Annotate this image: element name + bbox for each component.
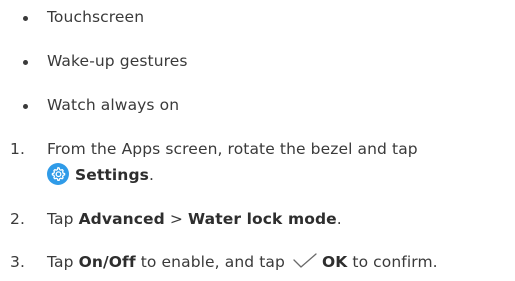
step-text-continuation: Settings. <box>47 163 154 187</box>
on-off-label: On/Off <box>78 253 136 271</box>
bullet-icon <box>23 104 28 109</box>
settings-gear-icon <box>47 163 69 185</box>
separator: > <box>164 210 189 228</box>
step-number: 3. <box>10 253 25 271</box>
punctuation: . <box>148 166 154 184</box>
bullet-icon <box>23 60 28 65</box>
step-text: From the Apps screen, rotate the bezel a… <box>47 140 418 158</box>
step-prefix: Tap <box>47 210 79 228</box>
bullet-text: Touchscreen <box>47 8 145 26</box>
document-page: Touchscreen Wake-up gestures Watch alway… <box>0 0 515 281</box>
punctuation: . <box>336 210 342 228</box>
bullet-icon <box>23 16 28 21</box>
step-text: Tap Advanced > Water lock mode. <box>47 207 342 231</box>
advanced-label: Advanced <box>78 210 165 228</box>
step-prefix: Tap <box>47 253 79 271</box>
bullet-text: Watch always on <box>47 96 180 114</box>
step-text: Tap On/Off to enable, and tap OK to conf… <box>47 250 438 274</box>
ok-label: OK <box>321 253 348 271</box>
water-lock-mode-label: Water lock mode <box>188 210 337 228</box>
step-number: 2. <box>10 210 25 228</box>
step-number: 1. <box>10 140 25 158</box>
settings-label: Settings <box>75 166 149 184</box>
step-suffix: to confirm. <box>347 253 438 271</box>
step-middle: to enable, and tap <box>135 253 290 271</box>
bullet-text: Wake-up gestures <box>47 52 188 70</box>
checkmark-icon <box>293 253 317 268</box>
